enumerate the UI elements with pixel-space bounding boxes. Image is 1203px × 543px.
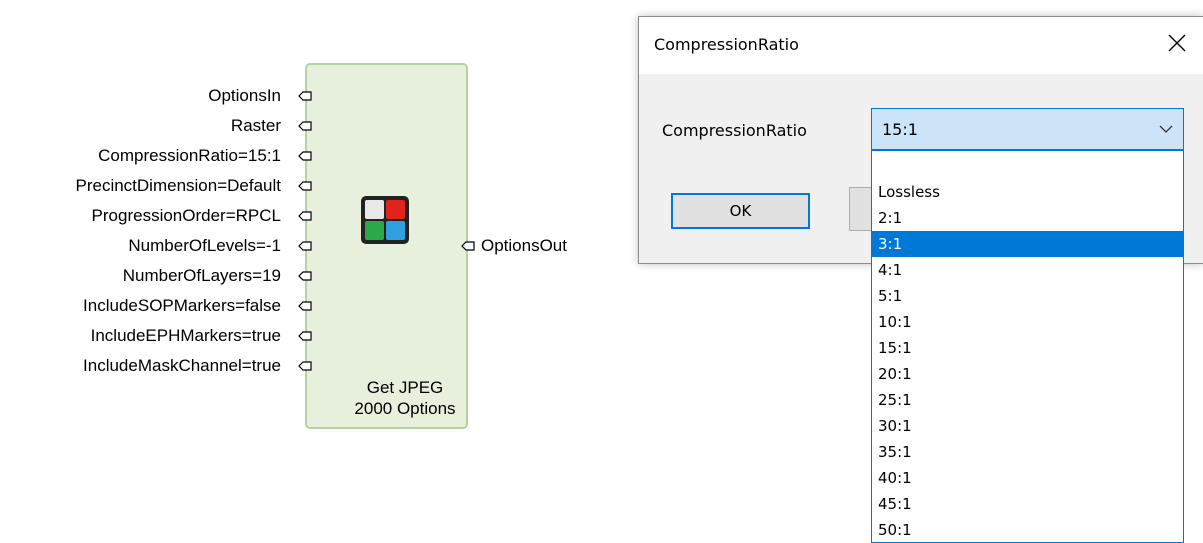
input-port-connector[interactable]	[298, 211, 312, 221]
input-port-connector[interactable]	[298, 181, 312, 191]
compression-ratio-select[interactable]: 15:1	[871, 108, 1184, 150]
compression-ratio-dropdown-list[interactable]: Lossless 2:1 3:1 4:1 5:1 10:1 15:1 20:1 25:1 30:1…	[871, 150, 1184, 543]
input-port-label: IncludeMaskChannel=true	[83, 356, 281, 375]
input-port-connector[interactable]	[298, 241, 312, 251]
dropdown-option[interactable]: 40:1	[872, 465, 1183, 491]
select-value: 15:1	[882, 120, 918, 139]
input-port-connector[interactable]	[298, 271, 312, 281]
input-port-connector[interactable]	[298, 151, 312, 161]
input-port-label: NumberOfLevels=-1	[128, 236, 281, 255]
dropdown-option[interactable]: 10:1	[872, 309, 1183, 335]
input-port-connector[interactable]	[298, 361, 312, 371]
input-port-label: PrecinctDimension=Default	[75, 176, 281, 195]
input-port-connector[interactable]	[298, 301, 312, 311]
dropdown-option[interactable]: 35:1	[872, 439, 1183, 465]
ok-button[interactable]: OK	[671, 193, 810, 229]
input-port-connector[interactable]	[298, 331, 312, 341]
input-port-label: IncludeSOPMarkers=false	[83, 296, 281, 315]
dropdown-option[interactable]: 25:1	[872, 387, 1183, 413]
output-port-label: OptionsOut	[481, 236, 567, 255]
dialog-titlebar[interactable]: CompressionRatio	[639, 17, 1203, 74]
dropdown-option[interactable]: 50:1	[872, 517, 1183, 542]
dropdown-option[interactable]: 20:1	[872, 361, 1183, 387]
input-port-label: CompressionRatio=15:1	[98, 146, 281, 165]
input-port-label: ProgressionOrder=RPCL	[91, 206, 281, 225]
dropdown-option[interactable]: Lossless	[872, 179, 1183, 205]
close-icon	[1168, 34, 1186, 52]
dropdown-option[interactable]: 2:1	[872, 205, 1183, 231]
node-title: Get JPEG 2000 Options	[354, 378, 456, 418]
dropdown-options: Lossless 2:1 3:1 4:1 5:1 10:1 15:1 20:1 25:1 30:1…	[872, 179, 1183, 542]
dropdown-option[interactable]: 30:1	[872, 413, 1183, 439]
dropdown-option[interactable]: 3:1	[872, 231, 1183, 257]
input-port-connector[interactable]	[298, 121, 312, 131]
input-port-label: IncludeEPHMarkers=true	[90, 326, 281, 345]
dropdown-option[interactable]: 4:1	[872, 257, 1183, 283]
chevron-down-icon	[1159, 125, 1173, 133]
output-port-connector[interactable]	[461, 241, 475, 251]
input-port-label: OptionsIn	[208, 86, 281, 105]
dropdown-option[interactable]: 15:1	[872, 335, 1183, 361]
input-port-connector[interactable]	[298, 91, 312, 101]
dropdown-option[interactable]: 45:1	[872, 491, 1183, 517]
compression-ratio-label: CompressionRatio	[662, 121, 807, 140]
get-jpeg2000-options-node[interactable]	[305, 63, 468, 429]
dropdown-option[interactable]: 5:1	[872, 283, 1183, 309]
quad-color-grid-icon	[361, 196, 409, 244]
close-button[interactable]	[1155, 21, 1199, 65]
input-port-label: Raster	[230, 116, 281, 135]
input-port-label: NumberOfLayers=19	[122, 266, 281, 285]
dialog-title: CompressionRatio	[654, 35, 799, 54]
